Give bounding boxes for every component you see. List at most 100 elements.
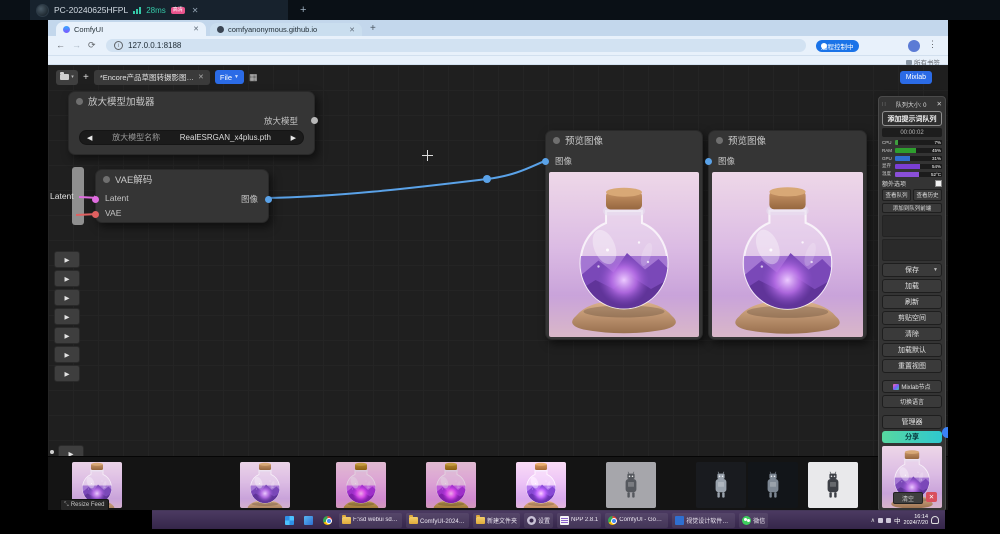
close-icon[interactable]: ✕ <box>198 73 204 81</box>
monitor-row-gpu: GPU 31% <box>882 155 942 161</box>
gallery-view-icon[interactable]: ▦ <box>249 72 258 83</box>
feed-thumbnail[interactable] <box>696 462 746 508</box>
collapsed-node-button[interactable]: ▶ <box>54 251 80 268</box>
wechat-window-button[interactable]: 微信 <box>739 513 768 528</box>
document-window-button[interactable]: 视觉设计软件需求文档 <box>672 513 735 528</box>
input-slot-vae[interactable] <box>92 211 99 218</box>
network-icon[interactable] <box>878 518 883 523</box>
forward-icon[interactable]: → <box>72 40 81 50</box>
node-preview-image-1[interactable]: 预览图像 图像 <box>545 130 703 340</box>
collapsed-node-button[interactable]: ▶ <box>54 327 80 344</box>
model-name-widget[interactable]: ◀ 放大模型名称 RealESRGAN_x4plus.pth ▶ <box>79 130 304 145</box>
input-slot-image[interactable] <box>542 158 549 165</box>
feed-thumbnail[interactable] <box>516 462 566 508</box>
node-preview-image-2[interactable]: 预览图像 图像 <box>708 130 867 340</box>
view-history-button[interactable]: 查看历史 <box>913 189 942 201</box>
load-button[interactable]: 加载 <box>882 279 942 293</box>
back-icon[interactable]: ← <box>56 40 65 50</box>
drag-handle-icon[interactable]: ∷ <box>882 101 886 108</box>
workflows-folder-button[interactable]: ▾ <box>56 70 78 85</box>
notepad-window-button[interactable]: NPP 2.8.1 <box>557 513 601 528</box>
browser-menu-icon[interactable]: ⋮ <box>928 39 937 50</box>
input-method-indicator[interactable]: 中 <box>894 515 901 525</box>
close-icon[interactable]: ✕ <box>937 100 942 108</box>
feed-thumbnail[interactable] <box>336 462 386 508</box>
prev-arrow[interactable]: ◀ <box>87 134 92 142</box>
tray-expand-icon[interactable]: ∧ <box>871 517 875 524</box>
extra-options-checkbox[interactable] <box>935 180 942 187</box>
clear-feed-button[interactable]: 清空 <box>893 492 923 504</box>
comfyui-canvas[interactable]: ▾ + *Encore产品草图转摄影图… ✕ File ▼ ▦ Mixlab 放… <box>48 65 948 510</box>
share-button[interactable]: 分享 <box>882 431 942 443</box>
gallery-handle-dot[interactable] <box>942 427 948 438</box>
chrome-window-button[interactable]: ComfyUI - Google Chr <box>605 513 668 528</box>
collapsed-node-button[interactable]: ▶ <box>54 365 80 382</box>
queue-prompt-button[interactable]: 添加提示词队列 <box>882 111 942 126</box>
collapse-dot[interactable] <box>716 137 723 144</box>
collapsed-node-button[interactable]: ▶ <box>54 289 80 306</box>
node-vae-decode[interactable]: VAE解码 Latent VAE 图像 <box>95 169 269 223</box>
close-tab-icon[interactable]: ✕ <box>349 26 355 34</box>
collapsed-node-button[interactable]: ▶ <box>54 308 80 325</box>
view-queue-button[interactable]: 查看队列 <box>882 189 911 201</box>
close-feed-button[interactable]: ✕ <box>926 492 937 502</box>
explorer-window-button[interactable]: ComfyUI-20240715重制版 <box>406 513 469 528</box>
feed-thumbnail[interactable] <box>808 462 858 508</box>
output-slot-image[interactable] <box>265 196 272 203</box>
settings-window-button[interactable]: 设置 <box>524 513 553 528</box>
profile-avatar[interactable] <box>908 40 920 52</box>
collapse-dot[interactable] <box>103 176 110 183</box>
file-menu-button[interactable]: File ▼ <box>215 70 244 84</box>
mixlab-floating-button[interactable]: Mixlab <box>900 71 932 84</box>
chevron-down-icon[interactable]: ▼ <box>933 267 938 273</box>
new-workflow-button[interactable]: + <box>83 72 89 83</box>
reload-icon[interactable]: ⟳ <box>88 40 96 51</box>
collapsed-node-button[interactable]: ▶ <box>54 346 80 363</box>
feed-thumbnail[interactable] <box>426 462 476 508</box>
browser-tab-active[interactable]: ComfyUI ✕ <box>56 22 206 36</box>
remote-extension-pill[interactable]: 远程控制中 <box>816 40 859 52</box>
mixlab-nodes-button[interactable]: Mixlab节点 <box>882 380 942 393</box>
manager-button[interactable]: 管理器 <box>882 415 942 429</box>
address-bar[interactable]: i 127.0.0.1:8188 <box>106 39 806 52</box>
clear-button[interactable]: 清除 <box>882 327 942 341</box>
notification-icon[interactable] <box>931 516 939 524</box>
switch-locale-button[interactable]: 切换语言 <box>882 395 942 408</box>
new-tab-button[interactable]: + <box>370 23 376 34</box>
save-button[interactable]: 保存▼ <box>882 263 942 277</box>
explorer-window-button[interactable]: F:\sd webui sd-lab web <box>339 513 402 528</box>
refresh-button[interactable]: 刷新 <box>882 295 942 309</box>
browser-tab-inactive[interactable]: comfyanonymous.github.io ✕ <box>210 23 362 36</box>
volume-icon[interactable] <box>886 518 891 523</box>
remote-session-tab[interactable]: PC-20240625HFPL 28ms 高清 ✕ <box>30 0 288 20</box>
reset-view-button[interactable]: 重置视图 <box>882 359 942 373</box>
task-view-button[interactable] <box>301 513 316 528</box>
queue-front-button[interactable]: 添加到队列前端 <box>882 203 942 213</box>
input-slot-latent[interactable] <box>92 196 99 203</box>
collapsed-node-button[interactable]: ▶ <box>54 270 80 287</box>
resize-feed-handle[interactable]: ⤡ Resize Feed <box>60 499 109 510</box>
clipspace-button[interactable]: 剪贴空间 <box>882 311 942 325</box>
next-arrow[interactable]: ▶ <box>291 134 296 142</box>
collapse-dot[interactable] <box>76 98 83 105</box>
menu-header[interactable]: ∷ 队列大小: 0 ✕ <box>882 99 942 109</box>
close-tab-icon[interactable]: ✕ <box>193 25 199 33</box>
site-info-icon[interactable]: i <box>114 41 123 50</box>
extra-options-row: 额外选项 <box>882 179 942 187</box>
taskbar-clock[interactable]: 16:14 2024/7/20 <box>904 514 928 527</box>
chrome-taskbar-button[interactable] <box>320 513 335 528</box>
output-slot[interactable] <box>311 117 318 124</box>
node-upscale-model-loader[interactable]: 放大模型加载器 放大模型 ◀ 放大模型名称 RealESRGAN_x4plus.… <box>68 91 315 155</box>
folder-icon <box>906 60 912 65</box>
feed-thumbnail[interactable] <box>606 462 656 508</box>
new-session-button[interactable]: + <box>300 3 306 17</box>
feed-thumbnail[interactable] <box>240 462 290 508</box>
start-button[interactable] <box>282 513 297 528</box>
collapse-dot[interactable] <box>553 137 560 144</box>
load-default-button[interactable]: 加载默认 <box>882 343 942 357</box>
feed-thumbnail[interactable] <box>748 462 798 508</box>
workflow-tab[interactable]: *Encore产品草图转摄影图… ✕ <box>94 70 210 85</box>
close-session-icon[interactable]: ✕ <box>192 6 199 15</box>
explorer-window-button[interactable]: 新建文件夹 <box>473 513 520 528</box>
input-slot-image[interactable] <box>705 158 712 165</box>
